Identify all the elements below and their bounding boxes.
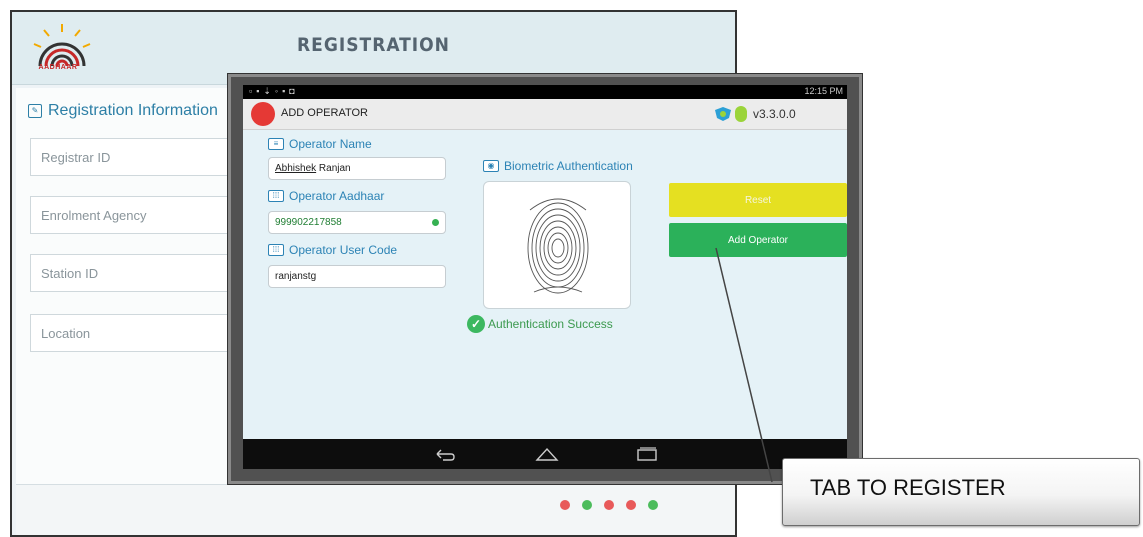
biometric-label-text: Biometric Authentication [504,159,633,173]
registration-title: REGISTRATION [297,34,450,56]
edit-icon: ✎ [28,104,42,118]
indicator-dot [626,500,636,510]
add-operator-button[interactable]: Add Operator [669,223,847,257]
app-version: v3.3.0.0 [753,107,796,121]
operator-aadhaar-label: ⁞⁞⁞ Operator Aadhaar [268,189,384,203]
registration-info-title: Registration Information [48,102,218,119]
id-card-icon: ≡ [268,138,284,150]
field-label: Station ID [41,266,99,281]
operator-name-label: ≡ Operator Name [268,137,372,151]
navigation-bar [243,439,847,469]
operator-name-label-text: Operator Name [289,137,372,151]
operator-user-code-label-text: Operator User Code [289,243,398,257]
authentication-status: ✓ Authentication Success [467,315,613,333]
operator-user-code-label: ⁞⁞⁞ Operator User Code [268,243,397,257]
operator-name-last: Ranjan [316,163,351,174]
status-indicators [560,500,658,510]
operator-name-first: Abhishek [275,163,317,174]
reset-button[interactable]: Reset [669,183,847,217]
app-bar: ADD OPERATOR v3.3.0.0 [243,99,847,130]
biometric-label: ◉ Biometric Authentication [483,159,633,173]
aadhaar-app-logo-icon [251,102,275,126]
fingerprint-capture-box[interactable] [483,181,631,309]
registration-info-panel: ✎ Registration Information Registrar ID … [16,88,260,508]
station-id-field[interactable]: Station ID ✓ [30,254,260,292]
tablet-device: ▫▪⇣◦▪◘ 12:15 PM ADD OPERATOR v3.3.0.0 ≡ … [228,74,862,484]
operator-user-code-input[interactable]: ranjanstg [268,265,446,288]
wifi-shield-icon [715,107,731,121]
grid-icon: ⁞⁞⁞ [268,244,284,256]
registrar-id-field[interactable]: Registrar ID ✓ [30,138,260,176]
operator-user-code-value: ranjanstg [275,271,317,282]
operator-name-input[interactable]: Abhishek Ranjan [268,157,446,180]
check-icon: ✓ [467,315,485,333]
notification-icons: ▫▪⇣◦▪◘ [249,86,299,96]
registration-info-heading: ✎ Registration Information [28,102,218,120]
operator-aadhaar-label-text: Operator Aadhaar [289,189,385,203]
grid-icon: ⁞⁞⁞ [268,190,284,202]
indicator-dot [648,500,658,510]
operator-aadhaar-input[interactable]: 999902217858 [268,211,446,234]
aadhaar-logo-text: AADHAAR [38,64,78,71]
indicator-dot [560,500,570,510]
indicator-dot [604,500,614,510]
indicator-dot [582,500,592,510]
field-label: Enrolment Agency [41,208,147,223]
authentication-status-text: Authentication Success [488,317,613,331]
fingerprint-icon: ◉ [483,160,499,172]
add-operator-screen: ▫▪⇣◦▪◘ 12:15 PM ADD OPERATOR v3.3.0.0 ≡ … [243,85,847,469]
field-label: Location [41,326,91,341]
home-icon[interactable] [535,446,559,462]
operator-aadhaar-value: 999902217858 [275,217,342,228]
location-field[interactable]: Location ✓ [30,314,260,352]
app-title: ADD OPERATOR [281,107,368,119]
fingerprint-icon [527,198,589,294]
clock: 12:15 PM [804,86,843,96]
tab-to-register-callout: TAB TO REGISTER [782,458,1140,526]
field-label: Registrar ID [41,150,111,165]
back-icon[interactable] [433,446,457,462]
status-bar: ▫▪⇣◦▪◘ 12:15 PM [243,85,847,99]
enrolment-agency-field[interactable]: Enrolment Agency ✕ [30,196,260,234]
registration-footer [16,484,735,535]
fingerprint-device-icon [735,106,747,122]
valid-dot-icon [432,219,439,226]
recent-apps-icon[interactable] [635,446,659,462]
